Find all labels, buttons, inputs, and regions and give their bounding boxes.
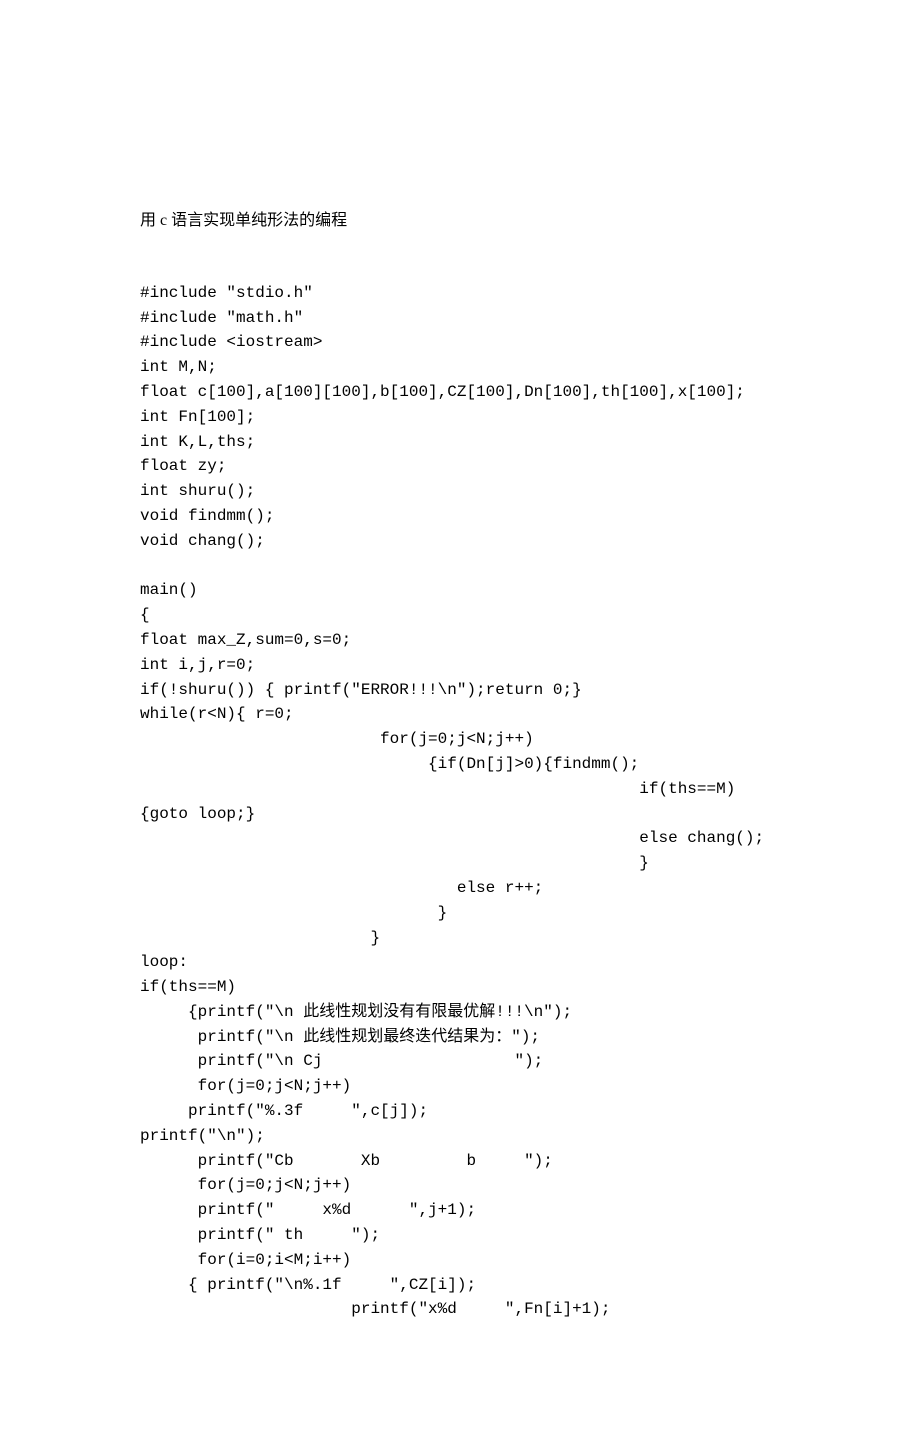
document-title: 用 c 语言实现单纯形法的编程 (140, 209, 790, 234)
code-block: #include "stdio.h" #include "math.h" #in… (140, 281, 790, 1322)
